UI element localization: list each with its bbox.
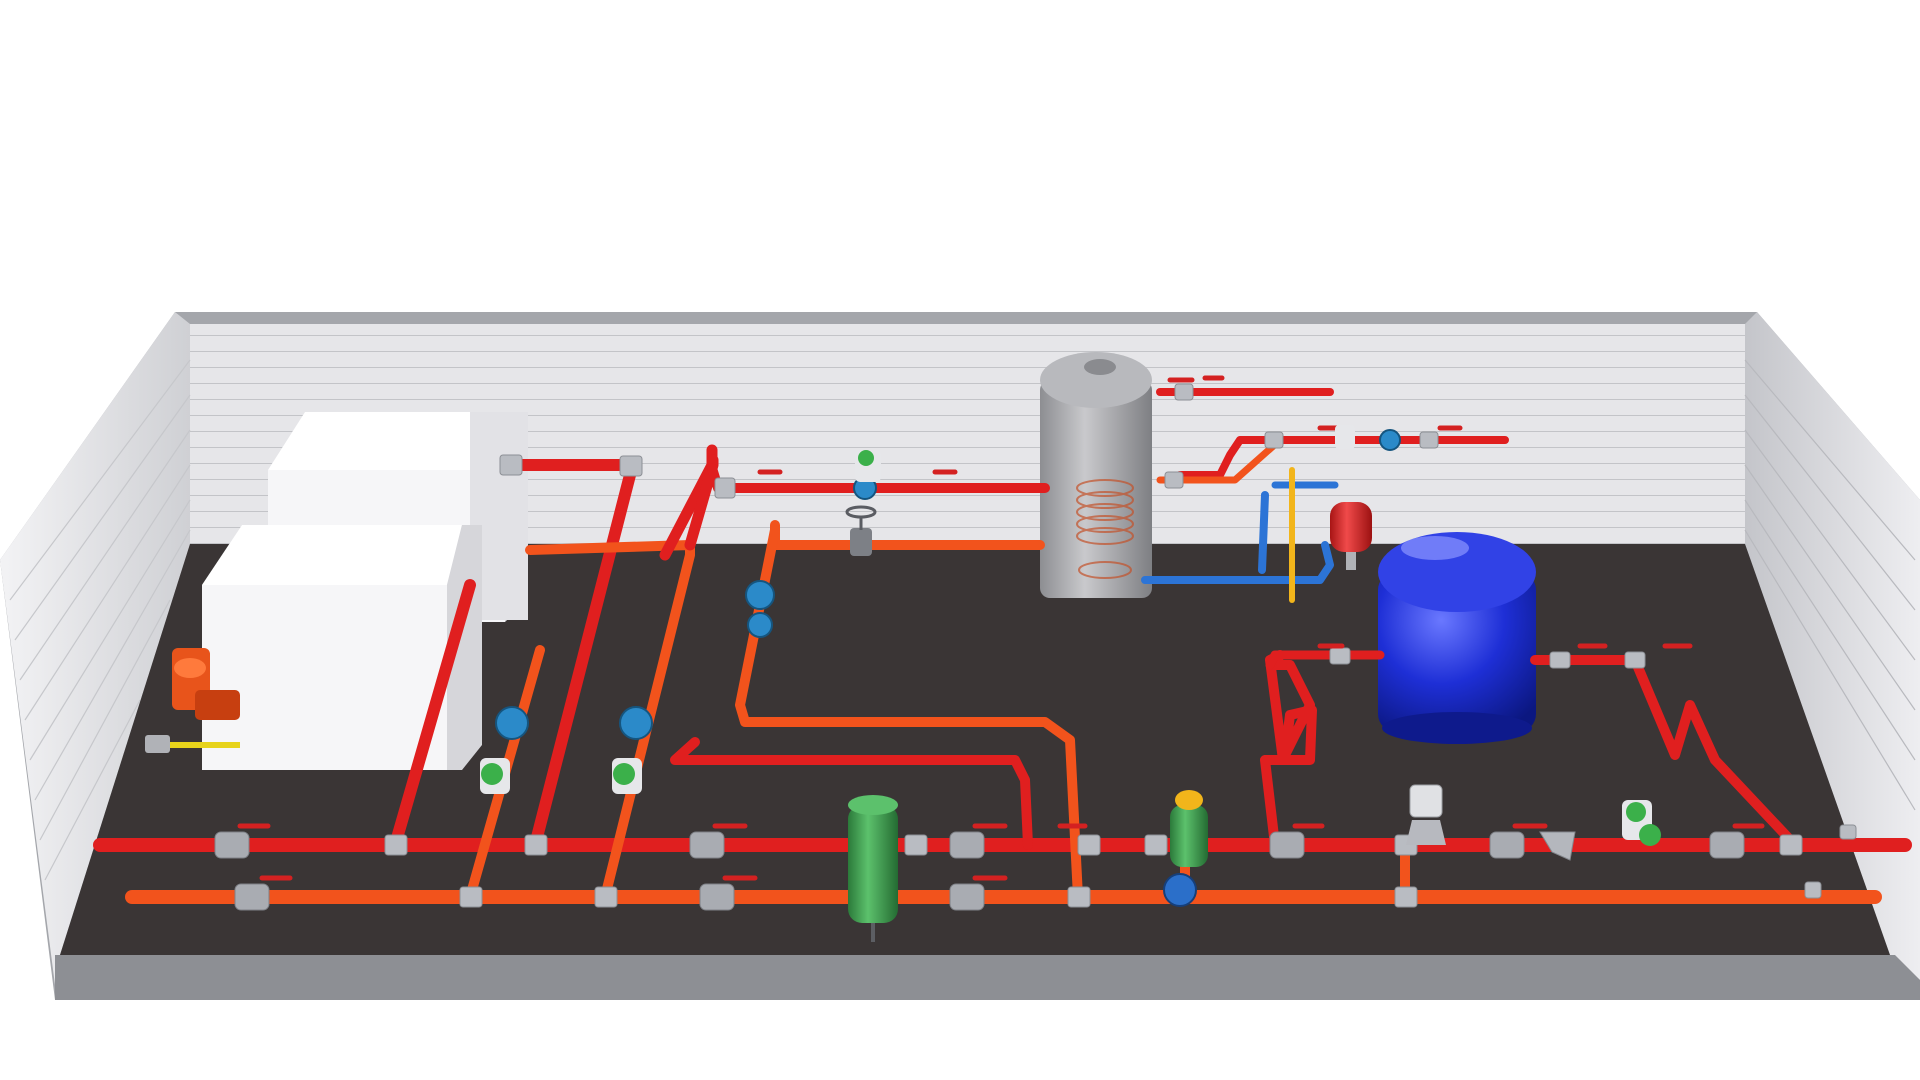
hydraulic-separator <box>848 795 898 942</box>
boiler-room-illustration <box>0 312 1920 1000</box>
indirect-water-heater <box>1040 352 1152 598</box>
expansion-vessel-large <box>1378 532 1536 744</box>
front-ledge <box>55 955 1920 1000</box>
cold-water-riser <box>1258 491 1269 574</box>
mixing-valve <box>1406 784 1446 845</box>
boiler-unit-front <box>202 525 482 770</box>
